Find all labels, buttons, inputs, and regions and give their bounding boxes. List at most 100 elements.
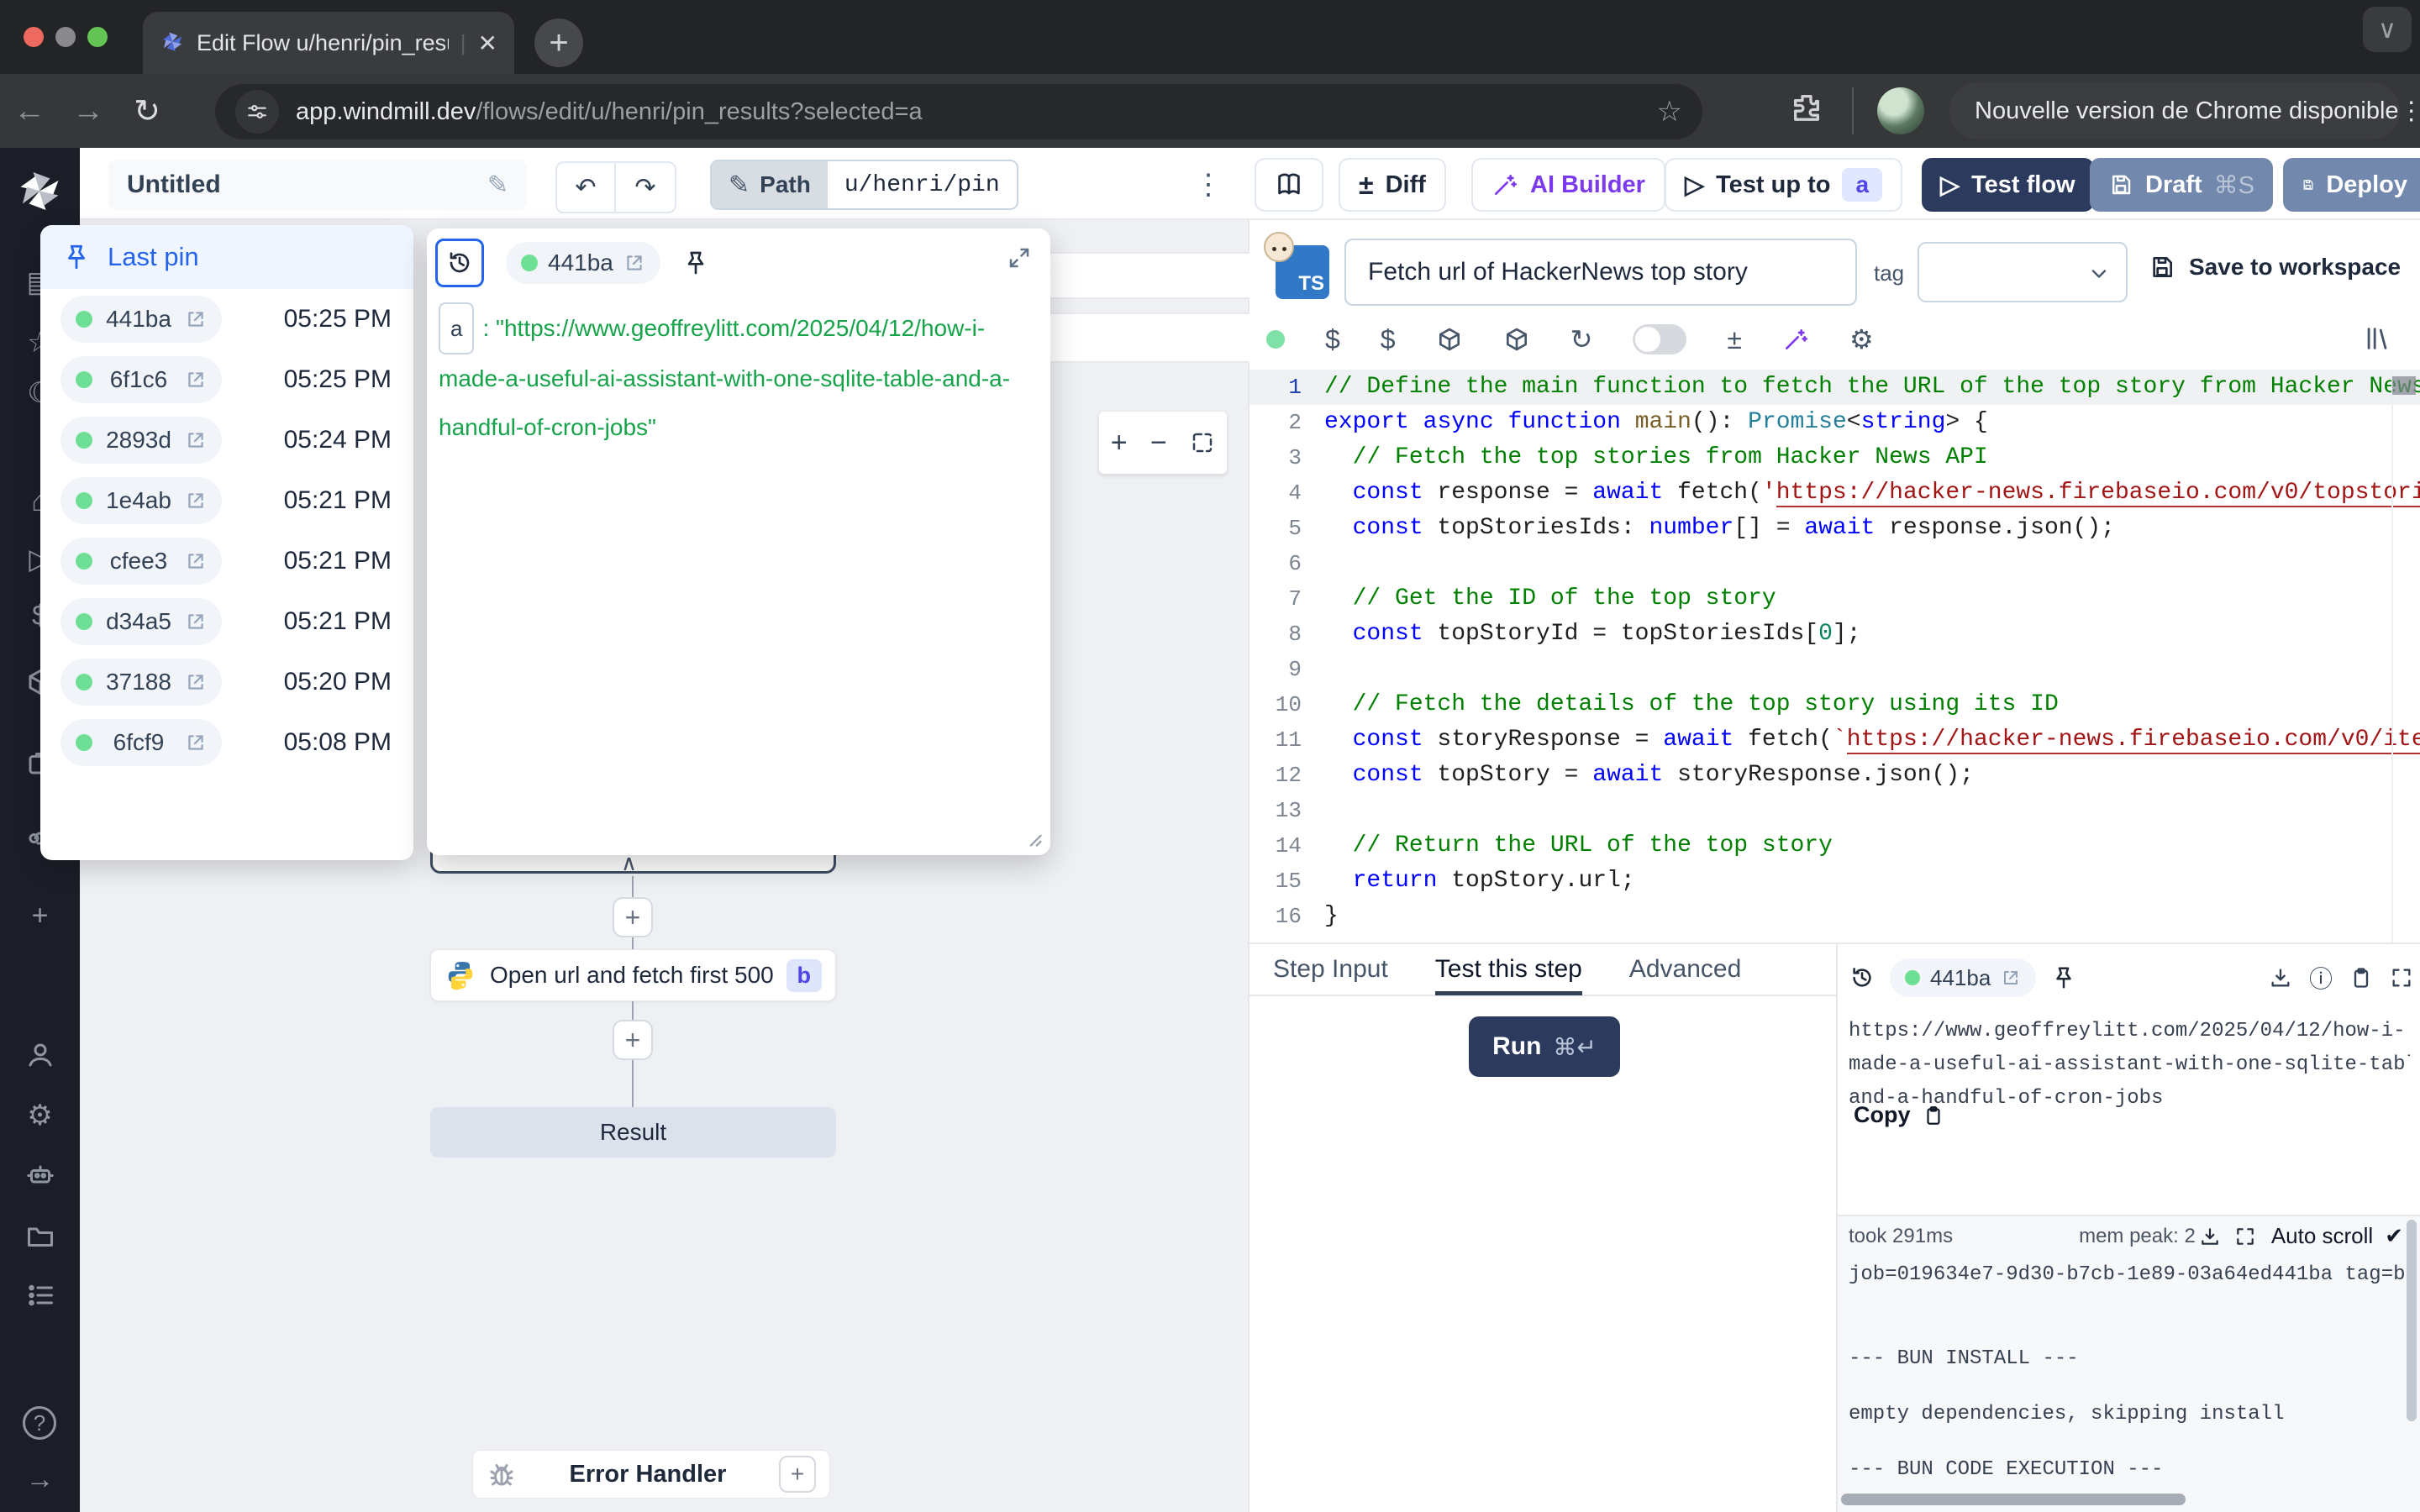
fullscreen-icon[interactable] [2390, 966, 2413, 990]
pin-id-pill[interactable]: 6fcf9 [60, 719, 222, 766]
resources-icon[interactable]: $ [1381, 324, 1396, 355]
new-tab-button[interactable]: + [534, 18, 583, 67]
forward-icon[interactable]: → [59, 93, 118, 129]
more-options-icon[interactable]: ⋮ [1194, 168, 1223, 202]
ai-builder-button[interactable]: AI Builder [1471, 158, 1665, 212]
code-line[interactable]: 5 const topStoriesIds: number[] = await … [1249, 511, 2420, 546]
omnibox[interactable]: app.windmill.dev/flows/edit/u/henri/pin_… [215, 84, 1702, 139]
pin-id-pill[interactable]: 2893d [60, 417, 222, 464]
test-flow-button[interactable]: ▷ Test flow [1922, 158, 2094, 212]
code-line[interactable]: 10 // Fetch the details of the top story… [1249, 687, 2420, 722]
external-link-icon[interactable] [185, 429, 207, 451]
window-chevron-button[interactable]: ∨ [2363, 7, 2412, 52]
external-link-icon[interactable] [185, 308, 207, 330]
reload-icon[interactable]: ↻ [1570, 323, 1593, 355]
code-line[interactable]: 15 return topStory.url; [1249, 864, 2420, 899]
clipboard-icon[interactable] [2349, 966, 2373, 990]
zoom-out-icon[interactable]: − [1150, 427, 1167, 459]
pin-id-pill[interactable]: 1e4ab [60, 477, 222, 524]
settings-gear-icon[interactable]: ⚙ [1849, 323, 1874, 355]
back-icon[interactable]: ← [0, 93, 59, 129]
window-close-button[interactable] [24, 27, 44, 47]
profile-avatar[interactable] [1877, 87, 1924, 134]
code-line[interactable]: 14 // Return the URL of the top story [1249, 828, 2420, 864]
pin-entry-row[interactable]: 3718805:20 PM [40, 652, 413, 712]
flow-path-control[interactable]: ✎Path u/henri/pin [710, 160, 1018, 210]
logs-vscrollbar-thumb[interactable] [2407, 1220, 2417, 1421]
resize-handle[interactable] [1020, 825, 1044, 848]
code-line[interactable]: 9 [1249, 652, 2420, 687]
library-icon[interactable] [2363, 324, 2391, 353]
pin-id-pill[interactable]: 37188 [60, 659, 222, 706]
url-text[interactable]: app.windmill.dev/flows/edit/u/henri/pin_… [296, 98, 1640, 126]
tab-test-this-step[interactable]: Test this step [1435, 943, 1582, 995]
flow-result-node[interactable]: Result [430, 1107, 836, 1158]
draft-button[interactable]: Draft ⌘S [2090, 158, 2273, 212]
code-editor[interactable]: 1// Define the main function to fetch th… [1249, 370, 2420, 942]
settings-gear-icon[interactable]: ⚙ [0, 1099, 80, 1132]
pin-entry-row[interactable]: 2893d05:24 PM [40, 410, 413, 470]
code-line[interactable]: 3 // Fetch the top stories from Hacker N… [1249, 440, 2420, 475]
flow-step-node[interactable]: Open url and fetch first 500 words of ..… [430, 949, 836, 1001]
chrome-menu-icon[interactable]: ⋮ [2399, 97, 2420, 126]
edit-pencil-icon[interactable]: ✎ [487, 171, 508, 200]
insert-step-button[interactable]: + [613, 897, 653, 937]
pin-id-pill[interactable]: 6f1c6 [60, 356, 222, 403]
browser-tab[interactable]: Edit Flow u/henri/pin_results | ✕ [143, 12, 514, 74]
pin-entry-row[interactable]: 441ba05:25 PM [40, 289, 413, 349]
pin-id-pill[interactable]: d34a5 [60, 598, 222, 645]
folders-icon[interactable] [25, 1221, 55, 1252]
run-button[interactable]: Run ⌘↵ [1469, 1016, 1620, 1077]
workers-robot-icon[interactable] [25, 1159, 55, 1189]
flow-name-field[interactable]: Untitled ✎ [108, 160, 527, 210]
extensions-icon[interactable] [1790, 91, 1823, 124]
history-icon[interactable] [1849, 965, 1875, 990]
download-icon[interactable] [2269, 966, 2292, 990]
tag-select[interactable] [1918, 242, 2128, 302]
window-zoom-button[interactable] [87, 27, 108, 47]
tab-advanced[interactable]: Advanced [1629, 943, 1741, 995]
info-icon[interactable]: ⓘ [2309, 961, 2333, 995]
help-icon[interactable]: ? [23, 1406, 56, 1440]
external-link-icon[interactable] [185, 611, 207, 633]
add-error-handler-button[interactable]: + [779, 1456, 816, 1493]
windmill-logo[interactable] [14, 168, 65, 218]
external-link-icon[interactable] [2001, 968, 2021, 988]
pin-entry-row[interactable]: d34a505:21 PM [40, 591, 413, 652]
code-line[interactable]: 2export async function main(): Promise<s… [1249, 405, 2420, 440]
variables-icon[interactable]: $ [1325, 324, 1340, 355]
tab-close-icon[interactable]: ✕ [478, 29, 497, 57]
pin-icon[interactable] [2051, 965, 2076, 990]
chrome-update-button[interactable]: Nouvelle version de Chrome disponible ⋮ [1949, 82, 2400, 139]
insert-step-button[interactable]: + [613, 1020, 653, 1060]
logs-panel[interactable]: took 291ms mem peak: 2 Auto scroll ✔ job… [1838, 1215, 2420, 1512]
deploy-button[interactable]: Deploy [2283, 158, 2420, 212]
auto-scroll-check-icon[interactable]: ✔ [2385, 1223, 2403, 1249]
user-icon[interactable] [25, 1040, 55, 1070]
code-line[interactable]: 11 const storyResponse = await fetch(`ht… [1249, 722, 2420, 758]
auto-scroll-label[interactable]: Auto scroll [2271, 1223, 2373, 1249]
docs-button[interactable] [1255, 158, 1323, 212]
logs-hscrollbar-thumb[interactable] [1841, 1494, 2186, 1505]
pin-entry-row[interactable]: 6f1c605:25 PM [40, 349, 413, 410]
expand-logs-icon[interactable] [2234, 1226, 2256, 1247]
external-link-icon[interactable] [185, 490, 207, 512]
code-line[interactable]: 16} [1249, 899, 2420, 934]
code-line[interactable]: 1// Define the main function to fetch th… [1249, 370, 2420, 405]
pin-icon[interactable] [682, 249, 709, 276]
code-line[interactable]: 6 [1249, 546, 2420, 581]
code-line[interactable]: 4 const response = await fetch('https://… [1249, 475, 2420, 511]
code-line[interactable]: 8 const topStoryId = topStoriesIds[0]; [1249, 617, 2420, 652]
history-button[interactable] [435, 239, 484, 287]
package-icon[interactable] [1503, 326, 1530, 353]
pin-id-pill[interactable]: cfee3 [60, 538, 222, 585]
reload-icon[interactable]: ↻ [118, 92, 176, 130]
pinned-job-pill[interactable]: 441ba [506, 242, 660, 284]
external-link-icon[interactable] [185, 550, 207, 572]
package-icon[interactable] [1436, 326, 1463, 353]
step-summary-input[interactable]: Fetch url of HackerNews top story [1344, 239, 1857, 306]
ai-wand-icon[interactable] [1782, 326, 1809, 353]
diff-icon[interactable]: ± [1727, 324, 1742, 355]
sidebar-item-add[interactable]: + [0, 900, 80, 932]
tab-step-input[interactable]: Step Input [1273, 943, 1388, 995]
